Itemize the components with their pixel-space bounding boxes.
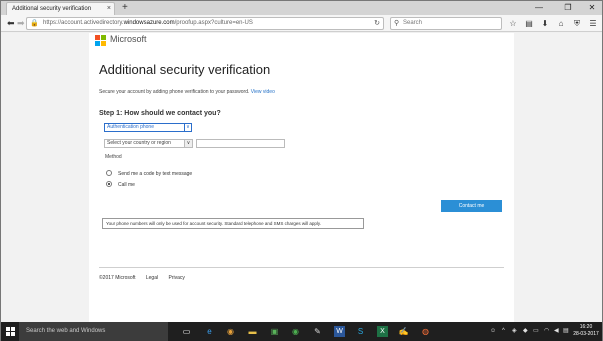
radio-text-message[interactable]	[106, 170, 112, 176]
back-icon[interactable]: ⬅	[7, 17, 15, 30]
legal-link[interactable]: Legal	[146, 275, 158, 281]
page-description: Secure your account by adding phone veri…	[99, 89, 275, 95]
file-explorer-icon[interactable]: ▬	[247, 326, 258, 337]
taskbar-clock[interactable]: 16:20 28-03-2017	[572, 324, 600, 338]
window-close-icon[interactable]: ✕	[583, 1, 601, 14]
taskbar-search-box[interactable]: Search the web and Windows	[19, 322, 168, 341]
maximize-icon[interactable]: ❐	[559, 1, 577, 14]
skype-icon[interactable]: S	[355, 326, 366, 337]
page-footer: ©2017 Microsoft Legal Privacy	[99, 275, 194, 281]
tray-app2-icon[interactable]: ◆	[523, 326, 528, 337]
contact-method-select[interactable]: Authentication phone ∨	[104, 123, 192, 132]
tray-up-icon[interactable]: ^	[502, 326, 505, 337]
reload-icon[interactable]: ↻	[374, 18, 380, 29]
app-icon[interactable]: ▣	[269, 326, 280, 337]
content-card: Microsoft Additional security verificati…	[89, 33, 514, 322]
contact-method-value: Authentication phone	[107, 124, 154, 130]
wifi-icon[interactable]: ◠	[544, 326, 549, 337]
step1-heading: Step 1: How should we contact you?	[99, 110, 221, 117]
windows-start-icon[interactable]	[6, 327, 15, 336]
forward-icon[interactable]: ➡	[17, 17, 25, 30]
tray-app-icon[interactable]: ◈	[512, 326, 517, 337]
chevron-down-icon: ∨	[184, 140, 192, 147]
search-placeholder: Search	[403, 20, 423, 26]
tools-icon[interactable]: ✎	[312, 326, 323, 337]
description-text: Secure your account by adding phone veri…	[99, 89, 250, 95]
phone-usage-note: Your phone numbers will only be used for…	[102, 218, 364, 229]
clock-date: 28-03-2017	[573, 331, 599, 337]
privacy-link[interactable]: Privacy	[169, 275, 185, 281]
url-host: windowsazure.com	[123, 20, 175, 26]
url-suffix: /proofup.aspx?culture=en-US	[174, 20, 253, 26]
page-title: Additional security verification	[99, 62, 271, 77]
edge-icon[interactable]: e	[204, 326, 215, 337]
word-icon[interactable]: W	[334, 326, 345, 337]
method-label: Method	[105, 154, 122, 160]
country-select-value: Select your country or region	[107, 140, 171, 146]
menu-icon[interactable]: ☰	[588, 18, 598, 29]
country-select[interactable]: Select your country or region ∨	[104, 139, 193, 148]
task-view-icon[interactable]: ▭	[181, 326, 192, 337]
address-bar[interactable]: 🔒 https://account.activedirectory.window…	[26, 17, 384, 30]
clock-time: 16:20	[579, 324, 593, 330]
copyright: ©2017 Microsoft	[99, 275, 136, 281]
shield-icon[interactable]: ⛨	[572, 18, 582, 29]
tab-close-icon[interactable]: ×	[107, 3, 111, 15]
chrome-app-icon[interactable]: ◉	[290, 326, 301, 337]
navigation-bar: ⬅ ➡ 🔒 https://account.activedirectory.wi…	[1, 15, 602, 32]
excel-icon[interactable]: X	[377, 326, 388, 337]
notification-icon[interactable]: ▤	[563, 326, 569, 337]
pen-icon[interactable]: ✍	[398, 326, 409, 337]
contact-me-button[interactable]: Contact me	[441, 200, 502, 212]
volume-icon[interactable]: ◀	[554, 326, 559, 337]
chevron-down-icon: ∨	[184, 124, 191, 131]
bookmark-star-icon[interactable]: ☆	[508, 18, 518, 29]
windows-taskbar: Search the web and Windows ▭ e ◉ ▬ ▣ ◉ ✎…	[1, 322, 602, 341]
minimize-icon[interactable]: —	[530, 1, 548, 14]
chrome-icon[interactable]: ◉	[225, 326, 236, 337]
url-prefix: https://account.activedirectory.	[43, 20, 124, 26]
tab-title: Additional security verification	[12, 6, 92, 12]
lock-icon: 🔒	[30, 20, 39, 27]
phone-number-input[interactable]	[196, 139, 285, 148]
firefox-icon[interactable]: ◍	[420, 326, 431, 337]
page-background: Microsoft Additional security verificati…	[1, 33, 602, 322]
new-tab-button[interactable]: +	[122, 1, 128, 14]
radio-call-me-label: Call me	[118, 182, 135, 188]
download-icon[interactable]: ⬇	[540, 18, 550, 29]
microsoft-logo-icon	[95, 35, 106, 46]
tab-active[interactable]: Additional security verification ×	[6, 2, 115, 15]
battery-icon[interactable]: ▭	[533, 326, 539, 337]
reading-list-icon[interactable]: ▤	[524, 18, 534, 29]
tab-strip: Additional security verification × + — ❐…	[1, 1, 602, 15]
tray-people-icon[interactable]: ☺	[490, 326, 496, 337]
view-video-link[interactable]: View video	[251, 89, 275, 95]
browser-window: Additional security verification × + — ❐…	[0, 0, 603, 341]
home-icon[interactable]: ⌂	[556, 18, 566, 29]
radio-call-me[interactable]	[106, 181, 112, 187]
brand-name: Microsoft	[110, 34, 147, 44]
search-icon: ⚲	[394, 20, 400, 27]
footer-divider	[99, 267, 504, 268]
search-bar[interactable]: ⚲ Search	[390, 17, 502, 30]
radio-text-message-label: Send me a code by text message	[118, 171, 193, 177]
